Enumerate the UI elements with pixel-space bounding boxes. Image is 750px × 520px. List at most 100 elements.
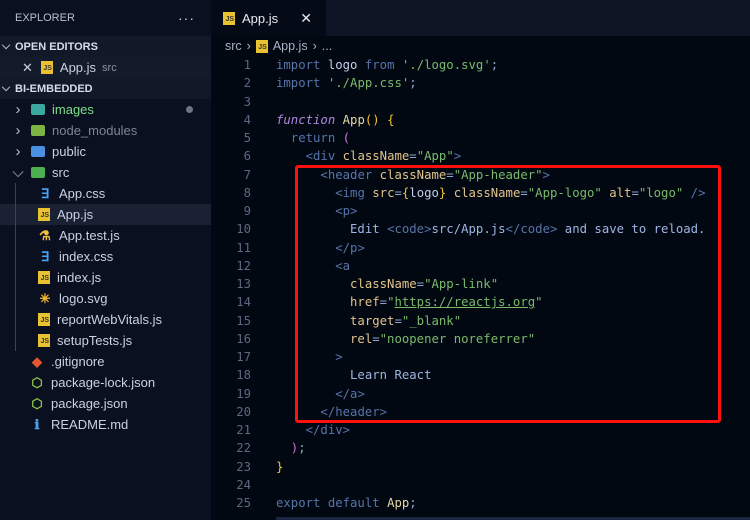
breadcrumb-item[interactable]: src	[225, 39, 242, 53]
line-number: 11	[236, 240, 251, 255]
tree-item[interactable]: › images	[0, 99, 211, 120]
close-icon[interactable]: ✕	[22, 60, 33, 76]
code-token: App	[387, 496, 410, 510]
code-line: 23}	[211, 458, 750, 476]
chevron-down-icon: ⌵	[1, 82, 11, 94]
tree-item[interactable]: ◆ .gitignore	[0, 351, 211, 372]
line-number: 17	[236, 350, 251, 364]
tree-item[interactable]: ∃ index.css	[0, 246, 211, 267]
tree-item-label: src	[52, 165, 70, 180]
js-file-icon: JS	[40, 61, 53, 74]
line-number: 12	[236, 258, 251, 273]
line-number: 13	[236, 277, 251, 291]
code-line: 6 <div className="App">	[211, 147, 750, 165]
tree-item[interactable]: ⌵ src	[0, 162, 211, 183]
indent-guide	[15, 267, 16, 288]
line-number: 14	[236, 295, 251, 310]
tree-item-label: App.js	[57, 207, 94, 222]
tree-item[interactable]: JS reportWebVitals.js	[0, 309, 211, 330]
code-line: 2 import './App.css';	[211, 74, 750, 92]
indent-guide	[15, 309, 16, 330]
line-number: 1	[243, 58, 251, 72]
js-file-icon: JS	[38, 208, 50, 221]
line-number: 19	[236, 386, 251, 401]
svg-file-icon: ✳	[39, 291, 51, 306]
close-tab-icon[interactable]: ✕	[300, 10, 312, 27]
tree-item[interactable]: ∃ App.css	[0, 183, 211, 204]
chevron-right-icon: ›	[246, 39, 251, 53]
chevron-down-icon: ⌵	[1, 40, 11, 52]
indent-guide	[15, 330, 16, 351]
chevron-right-icon: ›	[15, 101, 21, 118]
code-token: import	[276, 76, 328, 91]
code-line: 1 import logo from './logo.svg';	[211, 56, 750, 74]
line-number: 21	[236, 423, 251, 437]
highlight-box	[295, 165, 721, 423]
code-token: {	[387, 112, 395, 127]
js-file-icon: JS	[255, 39, 268, 53]
code-token: (	[342, 131, 351, 145]
tree-item[interactable]: JS App.js	[0, 204, 211, 225]
code-token: >	[342, 423, 351, 437]
code-token: App	[342, 112, 365, 127]
tree-item[interactable]: ✳ logo.svg	[0, 288, 211, 309]
code-line: 21 </div>	[211, 421, 750, 439]
line-number: 22	[236, 441, 251, 456]
open-editor-item[interactable]: ✕ JS App.js src	[0, 57, 211, 78]
tree-item[interactable]: › node_modules	[0, 120, 211, 141]
code-token: div	[320, 423, 343, 437]
code-token: return	[276, 131, 343, 145]
tree-item[interactable]: ⬡ package.json	[0, 393, 211, 414]
tree-item-label: setupTests.js	[57, 333, 133, 348]
code-token: logo	[327, 58, 365, 72]
chevron-down-icon: ⌵	[12, 164, 24, 181]
css-file-icon: ∃	[40, 186, 50, 201]
code-line: 4 function App() {	[211, 111, 750, 129]
indent-guide	[15, 225, 16, 246]
css-file-icon: ∃	[40, 249, 50, 264]
tree-item[interactable]: JS index.js	[0, 267, 211, 288]
code-line: 24	[211, 476, 750, 494]
line-number: 7	[243, 167, 251, 182]
code-token: "App"	[416, 149, 454, 164]
js-file-icon: JS	[38, 313, 50, 326]
breadcrumb-item[interactable]: App.js	[273, 39, 308, 53]
code-line: 3	[211, 93, 750, 111]
tree-item-label: node_modules	[52, 123, 138, 138]
indent-guide	[15, 204, 16, 225]
code-line: 22 );	[211, 439, 750, 457]
code-token: div	[313, 149, 343, 164]
chevron-right-icon: ›	[15, 143, 21, 160]
tree-item-label: package-lock.json	[51, 375, 156, 390]
tree-item[interactable]: ℹ README.md	[0, 414, 211, 435]
code-token: ;	[298, 441, 306, 456]
tab-app-js[interactable]: JS App.js ✕	[211, 0, 326, 36]
open-editors-section[interactable]: ⌵ OPEN EDITORS	[0, 36, 211, 57]
more-actions-icon[interactable]: ···	[178, 10, 195, 26]
code-token: }	[276, 459, 284, 474]
code-token: './logo.svg'	[401, 58, 491, 72]
tree-item-label: reportWebVitals.js	[57, 312, 163, 327]
line-number: 15	[236, 313, 251, 328]
line-number: 24	[236, 477, 251, 492]
code-token: >	[453, 149, 462, 164]
folder-icon	[31, 146, 45, 157]
breadcrumb-item[interactable]: ...	[322, 39, 332, 53]
code-token: ;	[409, 76, 417, 91]
tree-item[interactable]: ⬡ package-lock.json	[0, 372, 211, 393]
tree-item-label: App.test.js	[59, 228, 120, 243]
project-section[interactable]: ⌵ BI-EMBEDDED	[0, 78, 211, 99]
tab-label: App.js	[242, 10, 279, 26]
tree-item[interactable]: › public	[0, 141, 211, 162]
folder-icon	[31, 125, 45, 136]
code-token: )	[276, 441, 299, 456]
tree-item[interactable]: ⚗ App.test.js	[0, 225, 211, 246]
indent-guide	[15, 246, 16, 267]
open-editor-dir: src	[102, 61, 117, 74]
tree-item[interactable]: JS setupTests.js	[0, 330, 211, 351]
file-tree: › images › node_modules › public ⌵ src ∃ App.css J…	[0, 99, 211, 435]
explorer-title: EXPLORER	[15, 12, 75, 24]
tab-bar: JS App.js ✕	[211, 0, 750, 36]
code-token: ;	[409, 496, 417, 510]
info-icon: ℹ	[34, 417, 40, 432]
